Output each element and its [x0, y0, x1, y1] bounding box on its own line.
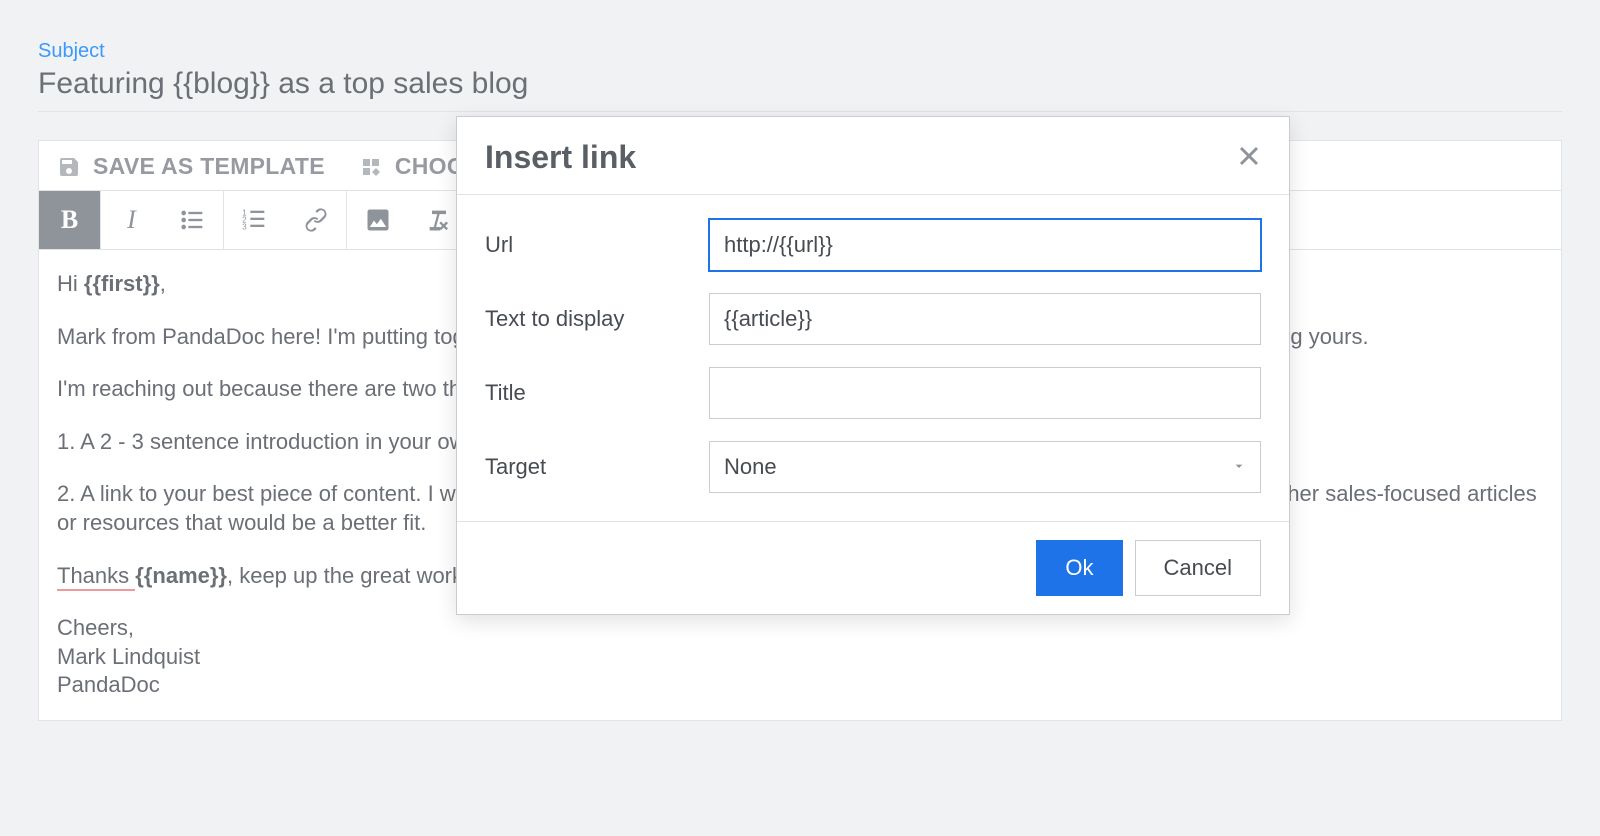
image-button[interactable]: [347, 191, 409, 249]
url-label: Url: [485, 232, 709, 258]
save-as-template-button[interactable]: SAVE AS TEMPLATE: [57, 153, 325, 180]
clear-format-icon: [425, 206, 453, 234]
dialog-title: Insert link: [485, 139, 636, 176]
image-icon: [364, 206, 392, 234]
title-label: Title: [485, 380, 709, 406]
numbered-list-button[interactable]: 123: [224, 191, 286, 249]
url-input[interactable]: [709, 219, 1261, 271]
save-icon: [57, 155, 81, 179]
templates-icon: [359, 155, 383, 179]
thanks-name-variable: {{name}}: [135, 563, 227, 588]
thanks-pre: Thanks: [57, 563, 135, 591]
signature-line-2: Mark Lindquist: [57, 643, 1543, 672]
link-icon: [302, 206, 330, 234]
greeting-post: ,: [160, 271, 166, 296]
bullet-list-icon: [179, 206, 207, 234]
link-button[interactable]: [285, 191, 347, 249]
save-as-template-label: SAVE AS TEMPLATE: [93, 153, 325, 180]
close-button[interactable]: [1237, 144, 1261, 171]
signature-line-1: Cheers,: [57, 614, 1543, 643]
subject-input[interactable]: Featuring {{blog}} as a top sales blog: [38, 67, 1562, 111]
insert-link-dialog: Insert link Url Text to display Title Ta…: [456, 116, 1290, 615]
subject-label: Subject: [38, 40, 1562, 63]
numbered-list-icon: 123: [241, 206, 269, 234]
greeting-pre: Hi: [57, 271, 84, 296]
bold-button[interactable]: B: [39, 191, 101, 249]
target-label: Target: [485, 454, 709, 480]
svg-text:3: 3: [242, 222, 247, 231]
cancel-button[interactable]: Cancel: [1135, 540, 1261, 596]
target-select[interactable]: [709, 441, 1261, 493]
text-to-display-input[interactable]: [709, 293, 1261, 345]
ok-button[interactable]: Ok: [1036, 540, 1122, 596]
italic-button[interactable]: I: [101, 191, 163, 249]
bullet-list-button[interactable]: [162, 191, 224, 249]
signature-line-3: PandaDoc: [57, 671, 1543, 700]
close-icon: [1237, 144, 1261, 168]
title-input[interactable]: [709, 367, 1261, 419]
text-to-display-label: Text to display: [485, 306, 709, 332]
greeting-name-variable: {{first}}: [84, 271, 160, 296]
divider: [38, 111, 1562, 112]
